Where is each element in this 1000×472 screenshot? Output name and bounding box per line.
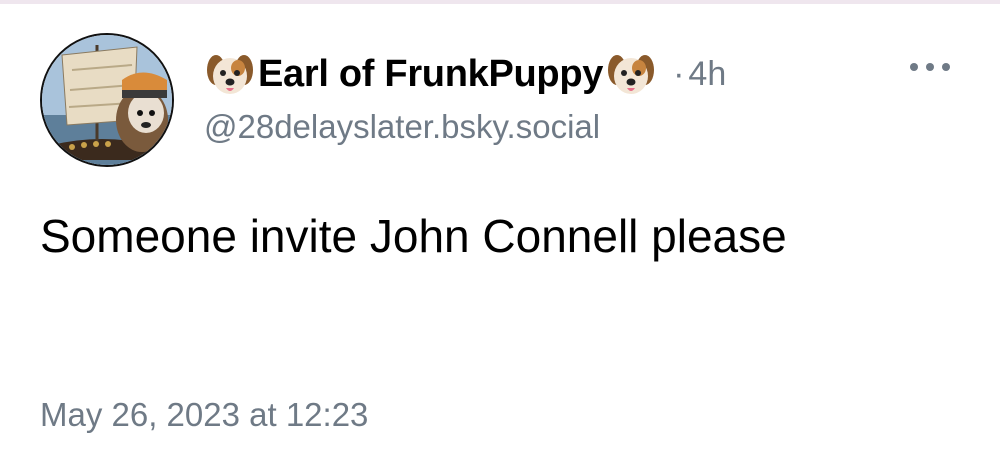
more-options-button[interactable] — [910, 52, 950, 82]
dog-face-icon — [605, 48, 657, 100]
more-horizontal-icon — [926, 63, 934, 71]
author-handle[interactable]: @28delayslater.bsky.social — [204, 108, 600, 146]
post-time-ago[interactable]: 4h — [688, 48, 726, 100]
more-horizontal-icon — [910, 63, 918, 71]
avatar[interactable] — [40, 33, 174, 167]
dog-face-icon — [204, 48, 256, 100]
top-divider — [0, 0, 1000, 4]
author-display-name[interactable]: Earl of FrunkPuppy — [258, 48, 603, 100]
post-timestamp: May 26, 2023 at 12:23 — [40, 396, 369, 433]
post-text: Someone invite John Connell please — [40, 210, 787, 262]
meta-separator: · — [673, 55, 685, 93]
author-row: Earl of FrunkPuppy · 4h — [204, 48, 726, 100]
more-horizontal-icon — [942, 63, 950, 71]
avatar-image — [42, 35, 172, 165]
